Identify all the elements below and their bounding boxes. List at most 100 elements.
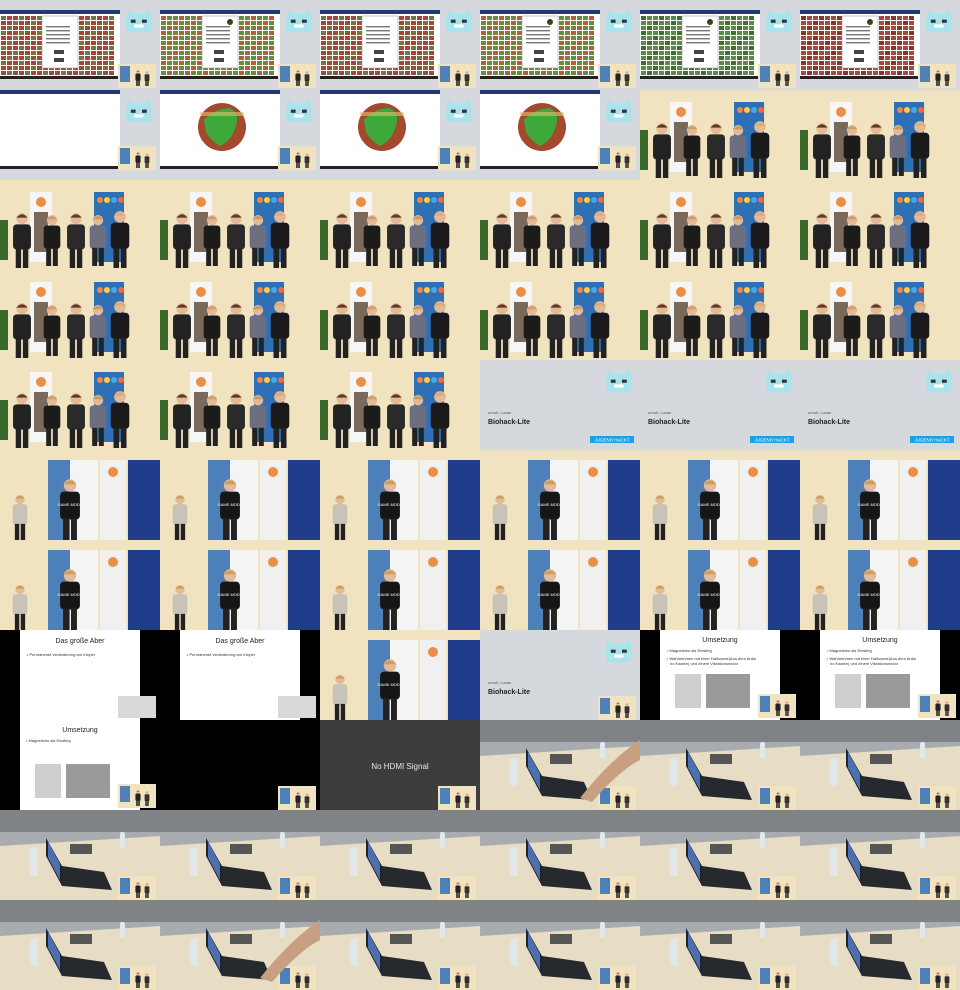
plant: [160, 400, 168, 440]
rollup-banner: [128, 550, 160, 630]
camera-inset: [438, 64, 476, 88]
thumbnail-stage_wide: [0, 270, 160, 360]
shirt-print: GAME MODE: [538, 592, 563, 597]
app-button[interactable]: [854, 58, 864, 62]
cat-logo-icon: [606, 640, 632, 663]
thumbnail-black: [160, 720, 320, 810]
slide-bullet-cont: no Kasten) und einem Vibrationsmotor: [830, 661, 899, 666]
keyboard: [710, 754, 732, 764]
water-bottle: [30, 938, 38, 966]
app-button[interactable]: [54, 50, 64, 54]
app-button[interactable]: [694, 58, 704, 62]
camera-inset: [758, 786, 796, 810]
rollup-banner: [768, 460, 800, 540]
thumbnail-stage_wide: [640, 270, 800, 360]
water-bottle: [760, 742, 765, 758]
slide-author: ureah, Lucas: [808, 410, 831, 415]
rollup-banner: [128, 460, 160, 540]
app-button[interactable]: [694, 50, 704, 54]
camera-inset: [438, 876, 476, 900]
thumbnail-nosignal: No HDMI Signal: [320, 720, 480, 810]
taskbar: [320, 76, 440, 79]
photo-board: [706, 674, 750, 708]
app-button[interactable]: [374, 50, 384, 54]
thumbnail-stage_wide: [160, 360, 320, 450]
water-bottle: [120, 922, 125, 938]
app-button[interactable]: [54, 58, 64, 62]
thumbnail-desktop_red: [0, 0, 160, 90]
plant: [640, 310, 648, 350]
rollup-banner: [448, 640, 480, 720]
background-wall: [320, 810, 480, 832]
water-bottle: [190, 938, 198, 966]
cat-logo-icon: [926, 370, 952, 393]
badge-icon: [227, 19, 233, 25]
thumbnail-table: [640, 720, 800, 810]
plant: [320, 400, 328, 440]
water-bottle: [670, 938, 678, 966]
water-bottle: [510, 938, 518, 966]
camera-inset: [118, 966, 156, 990]
cat-logo-icon: [766, 10, 792, 33]
keyboard: [870, 934, 892, 944]
thumbnail-table: [320, 810, 480, 900]
keyboard: [390, 844, 412, 854]
thumbnail-umsetzung: Umsetzung • Magnetsinn als Einstieg • Wahr…: [640, 630, 800, 720]
plant: [0, 400, 8, 440]
app-button[interactable]: [534, 58, 544, 62]
cat-logo-icon: [606, 100, 632, 123]
water-bottle: [510, 848, 518, 876]
keyboard: [230, 844, 252, 854]
slide-bullet: • Magnetsinn als Einstieg: [827, 648, 872, 653]
camera-inset: [918, 694, 956, 718]
thumbnail-globe: [160, 90, 320, 180]
no-signal-text: No HDMI Signal: [371, 762, 429, 771]
taskbar: [160, 76, 280, 79]
app-button[interactable]: [214, 50, 224, 54]
taskbar: [480, 166, 600, 169]
shirt-print: GAME MODE: [378, 682, 403, 687]
globe-image: [198, 103, 246, 151]
water-bottle: [670, 848, 678, 876]
background-wall: [160, 900, 320, 922]
shirt-print: GAME MODE: [378, 502, 403, 507]
slide-author: ureah, Lucas: [488, 680, 511, 685]
thumbnail-table: [640, 810, 800, 900]
thumbnail-stage_wide: [160, 180, 320, 270]
keyboard: [710, 844, 732, 854]
photo-magnet: [835, 674, 861, 708]
thumbnail-stage_two: GAME MODE: [320, 540, 480, 630]
water-bottle: [600, 832, 605, 848]
shirt-print: GAME MODE: [538, 502, 563, 507]
app-button[interactable]: [854, 50, 864, 54]
browser-window: [0, 90, 120, 168]
water-bottle: [30, 848, 38, 876]
camera-inset: [598, 786, 636, 810]
camera-inset: [918, 966, 956, 990]
rollup-banner: [448, 460, 480, 540]
shirt-print: GAME MODE: [378, 592, 403, 597]
camera-inset: [438, 966, 476, 990]
background-wall: [480, 900, 640, 922]
thumbnail-stage_wide: [320, 180, 480, 270]
camera-inset: [118, 784, 156, 808]
thumbnail-stage_wide: [800, 90, 960, 180]
water-bottle: [830, 758, 838, 786]
app-button[interactable]: [534, 50, 544, 54]
background-wall: [160, 810, 320, 832]
water-bottle: [190, 848, 198, 876]
water-bottle: [600, 922, 605, 938]
app-button[interactable]: [374, 58, 384, 62]
thumbnail-aber: Das große Aber • Permanente Veränderung a…: [0, 630, 160, 720]
cat-logo-icon: [446, 10, 472, 33]
camera-inset: [118, 876, 156, 900]
app-button[interactable]: [214, 58, 224, 62]
thumbnail-stage_wide: [0, 360, 160, 450]
brand-badge-label: JUGEND HACKT: [754, 438, 789, 443]
slide-heading: Das große Aber: [55, 638, 105, 645]
shirt-print: GAME MODE: [858, 592, 883, 597]
water-bottle: [510, 758, 518, 786]
water-bottle: [350, 938, 358, 966]
camera-inset: [278, 786, 316, 810]
keyboard: [70, 844, 92, 854]
